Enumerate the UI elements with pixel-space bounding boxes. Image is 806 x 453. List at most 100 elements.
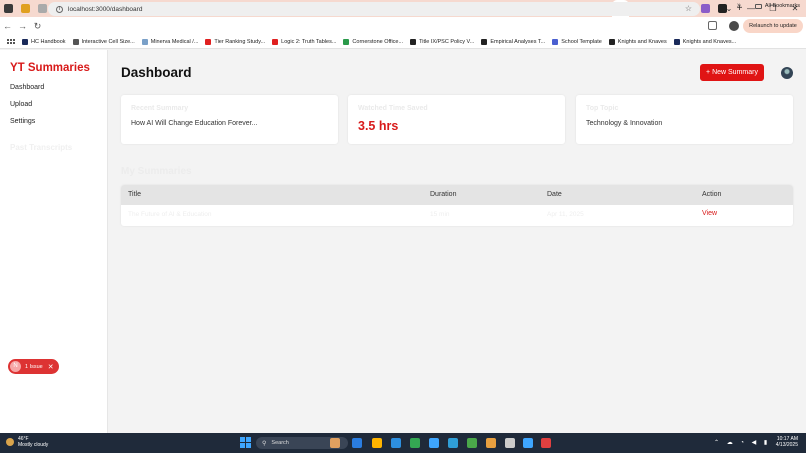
forward-icon[interactable]: → (15, 21, 30, 31)
column-date: Date (547, 191, 562, 198)
search-icon: ⚲ (262, 440, 267, 447)
weather-condition: Mostly cloudy (18, 442, 49, 448)
back-icon[interactable]: ← (0, 21, 15, 31)
bookmark-label: Title IX/PSC Policy V... (419, 38, 475, 45)
browser-tab[interactable] (17, 0, 34, 17)
taskbar-app-icon[interactable] (448, 438, 458, 448)
url-input[interactable]: i localhost:3000/dashboard ☆ (48, 2, 700, 16)
row-duration: 15 min (430, 211, 450, 218)
reload-icon[interactable]: ↻ (30, 21, 45, 32)
bookmark-item[interactable]: Empirical Analyses T... (481, 38, 546, 45)
taskbar-app-icon[interactable] (486, 438, 496, 448)
bookmark-label: Logic 2: Truth Tables... (281, 38, 337, 45)
taskbar-app-icon[interactable] (505, 438, 515, 448)
card-value: How AI Will Change Education Forever... (131, 120, 258, 127)
brand-logo[interactable]: YT Summaries (10, 62, 90, 74)
summaries-table: Title Duration Date Action The Future of… (121, 185, 793, 226)
bookmark-label: School Template (561, 38, 602, 45)
bookmark-item[interactable]: Knights and Knaves... (673, 38, 737, 45)
bookmark-item[interactable]: School Template (552, 38, 602, 45)
site-info-icon[interactable]: i (56, 5, 63, 13)
top-topic-card: Top Topic Technology & Innovation (576, 95, 793, 144)
bookmark-item[interactable]: Interactive Cell Size... (72, 38, 135, 45)
bookmark-favicon-icon (141, 38, 148, 45)
page-title: Dashboard (121, 65, 192, 80)
summaries-heading: My Summaries (121, 166, 192, 177)
apps-grid-icon[interactable] (7, 39, 15, 44)
bookmark-label: Knights and Knaves... (682, 38, 737, 45)
sidebar-item-dashboard[interactable]: Dashboard (10, 84, 44, 91)
table-header: Title Duration Date Action (121, 185, 793, 205)
recent-summary-card: Recent Summary How AI Will Change Educat… (121, 95, 338, 144)
new-summary-button[interactable]: + New Summary (700, 64, 764, 81)
bookmark-item[interactable]: Title IX/PSC Policy V... (410, 38, 475, 45)
card-label: Top Topic (586, 105, 619, 112)
windows-start-icon[interactable] (240, 437, 251, 448)
clock[interactable]: 10:17 AM 4/13/2025 (776, 436, 798, 448)
more-bookmarks-icon[interactable]: » (737, 2, 741, 9)
close-issues-icon[interactable]: ✕ (48, 363, 54, 371)
clock-date: 4/13/2025 (775, 442, 798, 448)
tab-favicon-icon (4, 4, 13, 13)
bookmark-favicon-icon (205, 38, 212, 45)
sidebar: YT Summaries Dashboard Upload Settings P… (0, 50, 108, 433)
relaunch-button[interactable]: Relaunch to update (743, 19, 803, 33)
sidebar-item-settings[interactable]: Settings (10, 118, 35, 125)
bookmark-star-icon[interactable]: ☆ (685, 4, 692, 13)
all-bookmarks-button[interactable]: All Bookmarks (754, 3, 800, 9)
browser-tab[interactable] (0, 0, 17, 17)
search-placeholder: Search (271, 440, 289, 446)
browser-profile-avatar[interactable] (729, 21, 739, 31)
row-title: The Future of AI & Education (128, 211, 212, 218)
card-label: Watched Time Saved (358, 105, 428, 112)
bookmark-favicon-icon (673, 38, 680, 45)
bookmark-label: HC Handbook (31, 38, 66, 45)
bookmark-label: Tier Ranking Study... (214, 38, 266, 45)
user-avatar[interactable] (781, 67, 793, 79)
system-tray-icons[interactable]: ⌃ ☁ ◔ ◀ ▮ (714, 439, 770, 446)
taskbar-app-icon[interactable] (467, 438, 477, 448)
bookmark-favicon-icon (343, 38, 350, 45)
bookmark-item[interactable]: Logic 2: Truth Tables... (272, 38, 337, 45)
bookmark-label: Empirical Analyses T... (490, 38, 546, 45)
bookmark-label: Interactive Cell Size... (81, 38, 135, 45)
card-label: Recent Summary (131, 105, 189, 112)
bookmarks-bar: HC Handbook Interactive Cell Size... Miner… (0, 35, 806, 49)
view-link[interactable]: View (702, 210, 717, 217)
tab-favicon-icon (701, 4, 710, 13)
taskbar-app-icon[interactable] (391, 438, 401, 448)
taskbar-app-icon[interactable] (372, 438, 382, 448)
bookmark-item[interactable]: Minerva Medical /... (141, 38, 199, 45)
bookmark-label: Cornerstone Office... (352, 38, 404, 45)
taskbar-app-icon[interactable] (410, 438, 420, 448)
bookmark-item[interactable]: Cornerstone Office... (343, 38, 404, 45)
issues-badge[interactable]: N 1 Issue ✕ (8, 359, 59, 374)
row-date: Apr 11, 2025 (547, 211, 584, 218)
card-value: Technology & Innovation (586, 120, 663, 127)
column-action: Action (702, 191, 722, 198)
bookmark-favicon-icon (22, 38, 28, 45)
taskbar-app-icon[interactable] (523, 438, 533, 448)
bookmark-item[interactable]: HC Handbook (22, 38, 66, 45)
bookmark-item[interactable]: Knights and Knaves (608, 38, 667, 45)
bookmark-item[interactable]: Tier Ranking Study... (205, 38, 266, 45)
column-duration: Duration (430, 191, 457, 198)
bookmark-favicon-icon (410, 38, 417, 45)
taskbar-app-icon[interactable] (330, 438, 340, 448)
taskbar-app-icon[interactable] (352, 438, 362, 448)
bookmark-label: Minerva Medical /... (150, 38, 199, 45)
bookmark-favicon-icon (72, 38, 79, 45)
issues-label: 1 Issue (25, 363, 43, 370)
taskbar-app-icon[interactable] (429, 438, 439, 448)
bookmark-favicon-icon (272, 38, 279, 45)
card-value: 3.5 hrs (358, 119, 399, 133)
taskbar-app-icon[interactable] (541, 438, 551, 448)
extensions-icon[interactable] (708, 21, 717, 30)
windows-taskbar: 46°F Mostly cloudy ⚲ Search ⌃ ☁ ◔ ◀ ▮ 10… (0, 433, 806, 453)
time-saved-card: Watched Time Saved 3.5 hrs (348, 95, 565, 144)
next-logo-icon: N (10, 361, 21, 372)
tab-favicon-icon (21, 4, 30, 13)
bookmark-favicon-icon (481, 38, 488, 45)
weather-widget[interactable]: 46°F Mostly cloudy (6, 436, 48, 448)
sidebar-item-upload[interactable]: Upload (10, 101, 32, 108)
